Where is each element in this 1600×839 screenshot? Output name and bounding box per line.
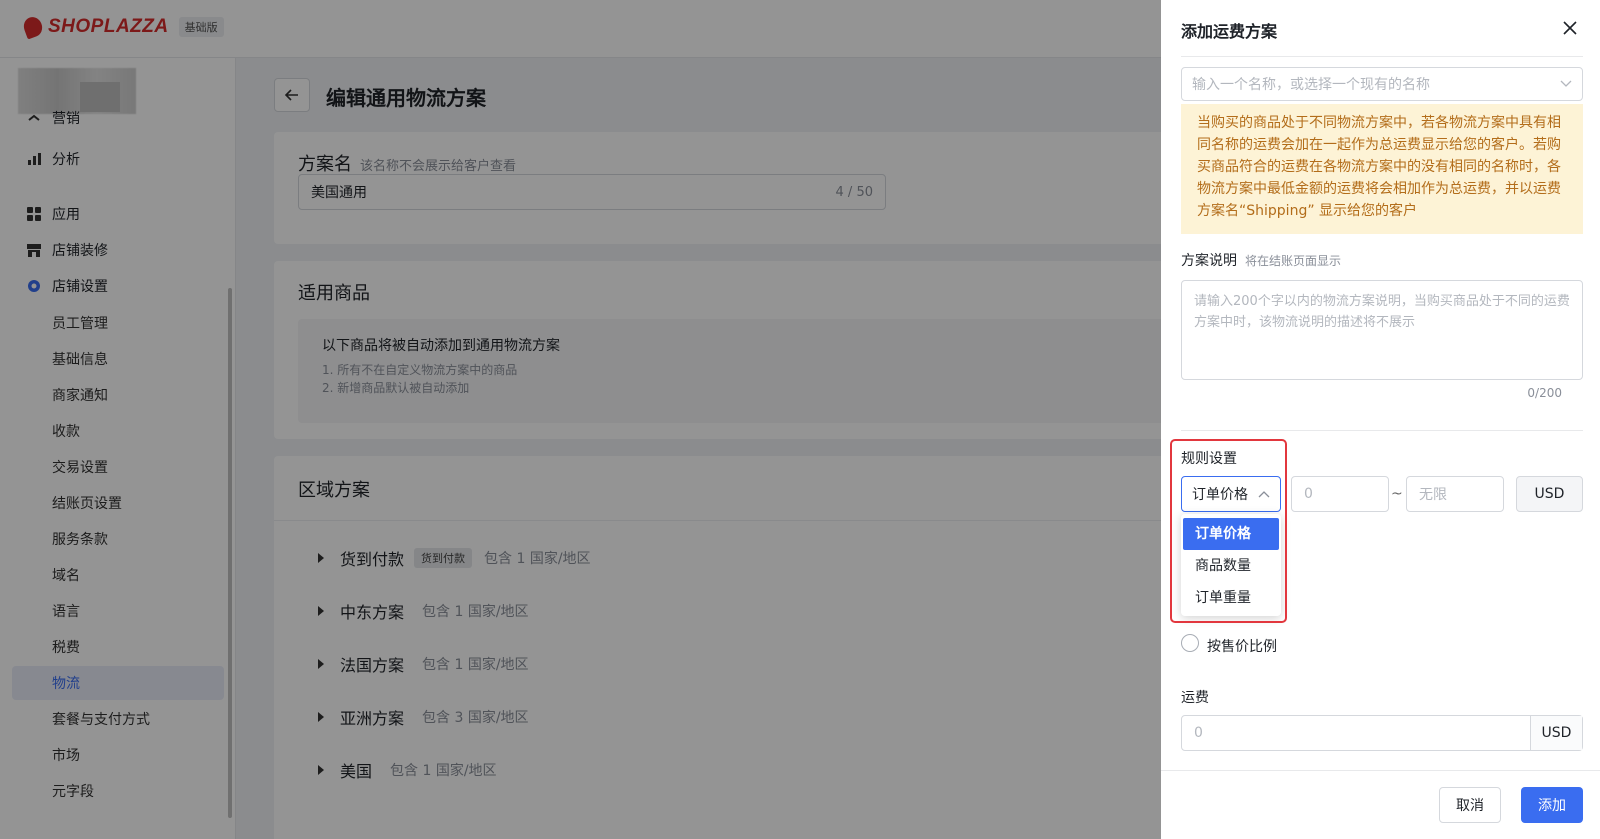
rate-name-combobox[interactable]: 输入一个名称，或选择一个现有的名称 [1181,67,1583,101]
drawer-title: 添加运费方案 [1181,22,1278,41]
range-min-input[interactable]: 0 [1291,476,1389,512]
fee-input-group: 0 USD [1181,715,1583,751]
range-currency-addon: USD [1516,476,1583,512]
highlight-box [1170,439,1287,623]
range-min-placeholder: 0 [1304,486,1313,502]
rate-name-placeholder: 输入一个名称，或选择一个现有的名称 [1192,77,1430,93]
fee-label: 运费 [1181,690,1209,706]
warning-notice: 当购买的商品处于不同物流方案中，若各物流方案中具有相同名称的运费会加在一起作为总… [1181,104,1583,234]
close-button[interactable] [1558,16,1582,40]
drawer-divider [1181,56,1583,57]
chevron-down-icon [1560,80,1572,87]
description-label-text: 方案说明 [1181,253,1237,269]
range-separator: ~ [1391,486,1403,502]
description-counter: 0/200 [1527,386,1562,400]
close-icon [1563,21,1577,35]
description-hint: 将在结账页面显示 [1245,254,1342,268]
description-textarea[interactable]: 请输入200个字以内的物流方案说明，当购买商品处于不同的运费方案中时，该物流说明… [1181,280,1583,380]
range-max-input[interactable]: 无限 [1406,476,1504,512]
range-max-placeholder: 无限 [1419,487,1447,503]
fee-placeholder: 0 [1194,725,1203,741]
add-shipping-rate-drawer: 添加运费方案 输入一个名称，或选择一个现有的名称 当购买的商品处于不同物流方案中… [1161,0,1600,839]
drawer-footer: 取消 添加 [1161,770,1600,839]
drawer-divider [1181,430,1583,431]
price-ratio-label[interactable]: 按售价比例 [1207,636,1277,656]
add-button[interactable]: 添加 [1521,787,1583,823]
fee-input[interactable]: 0 [1182,716,1530,750]
description-label: 方案说明 将在结账页面显示 [1181,250,1341,270]
fee-currency: USD [1541,725,1572,741]
fee-currency-addon: USD [1530,716,1582,750]
price-ratio-radio[interactable] [1181,634,1199,652]
range-currency: USD [1534,486,1565,502]
cancel-button[interactable]: 取消 [1439,787,1501,823]
